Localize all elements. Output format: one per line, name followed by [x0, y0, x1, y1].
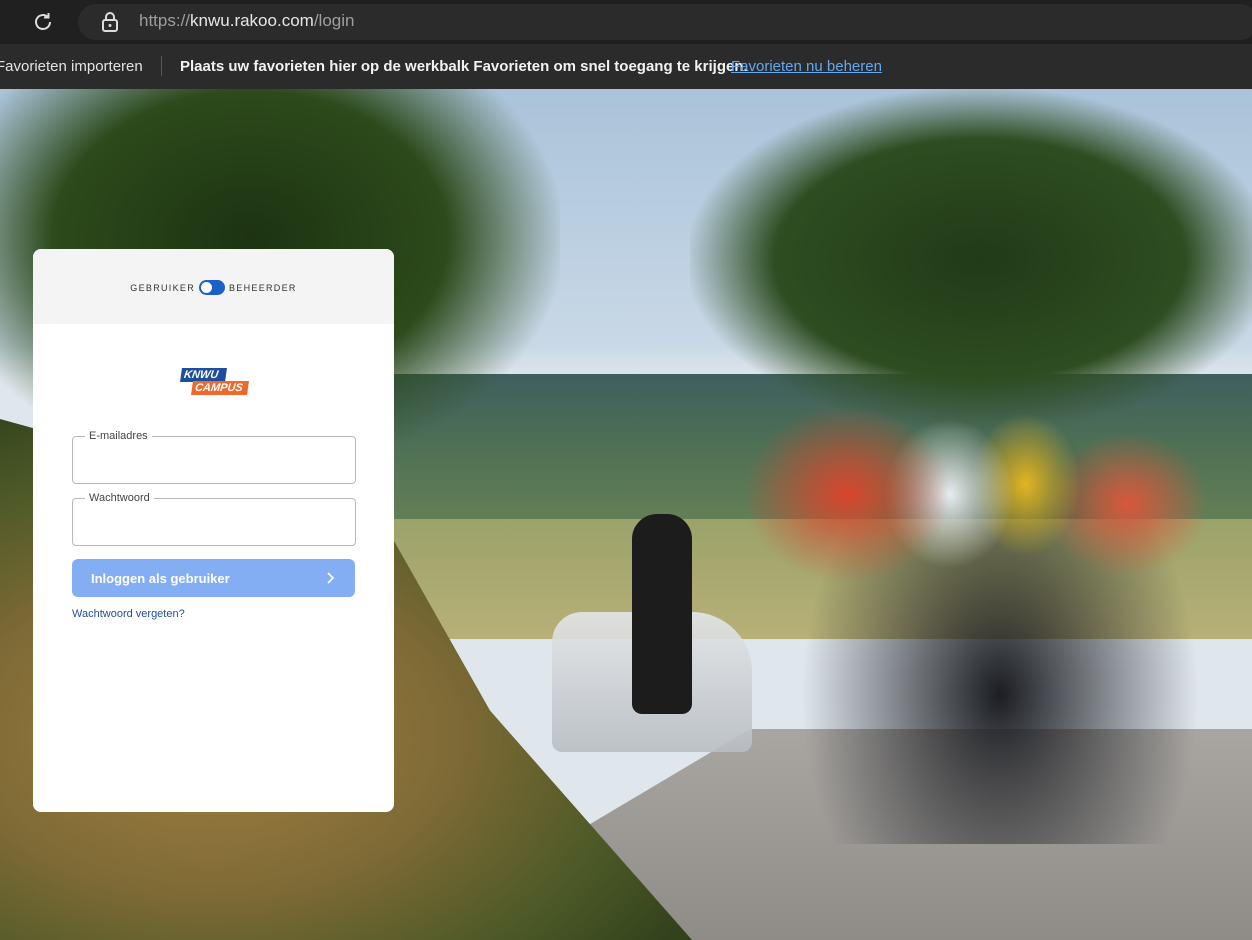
favorites-import-button[interactable]: Favorieten importeren [0, 58, 143, 75]
url-text[interactable]: https://knwu.rakoo.com/login [139, 11, 354, 31]
favorites-manage-link[interactable]: Favorieten nu beheren [731, 58, 882, 75]
lock-icon[interactable] [100, 11, 120, 33]
url-path: /login [313, 11, 355, 30]
role-toggle[interactable] [199, 280, 225, 295]
forgot-password-link[interactable]: Wachtwoord vergeten? [72, 608, 185, 620]
logo-campus: CAMPUS [191, 381, 249, 395]
login-button-label: Inloggen als gebruiker [91, 570, 230, 586]
password-input[interactable] [83, 509, 347, 537]
login-button[interactable]: Inloggen als gebruiker [72, 559, 355, 597]
role-admin-label[interactable]: BEHEERDER [229, 283, 297, 293]
spectator [632, 514, 692, 714]
divider [161, 56, 162, 76]
email-input[interactable] [83, 447, 347, 475]
cyclists [745, 344, 1252, 844]
card-header: GEBRUIKER BEHEERDER [33, 249, 394, 324]
url-scheme: https:// [139, 11, 191, 30]
password-label: Wachtwoord [85, 492, 154, 504]
logo-knwu: KNWU [180, 368, 227, 382]
chevron-right-icon [327, 572, 335, 584]
email-field[interactable]: E-mailadres [72, 430, 356, 484]
url-host: knwu.rakoo.com [190, 11, 314, 30]
role-user-label[interactable]: GEBRUIKER [130, 283, 195, 293]
email-label: E-mailadres [85, 430, 152, 442]
favorites-message: Plaats uw favorieten hier op de werkbalk… [180, 58, 748, 75]
reload-icon[interactable] [31, 10, 55, 34]
login-card: GEBRUIKER BEHEERDER KNWU CAMPUS E-mailad… [33, 249, 394, 812]
toggle-knob [201, 282, 212, 293]
favorites-bar: Favorieten importeren Plaats uw favoriet… [0, 44, 1252, 90]
role-switch: GEBRUIKER BEHEERDER [33, 280, 394, 295]
password-field[interactable]: Wachtwoord [72, 492, 356, 546]
address-bar: https://knwu.rakoo.com/login [0, 0, 1252, 44]
knwu-campus-logo: KNWU CAMPUS [180, 368, 249, 398]
